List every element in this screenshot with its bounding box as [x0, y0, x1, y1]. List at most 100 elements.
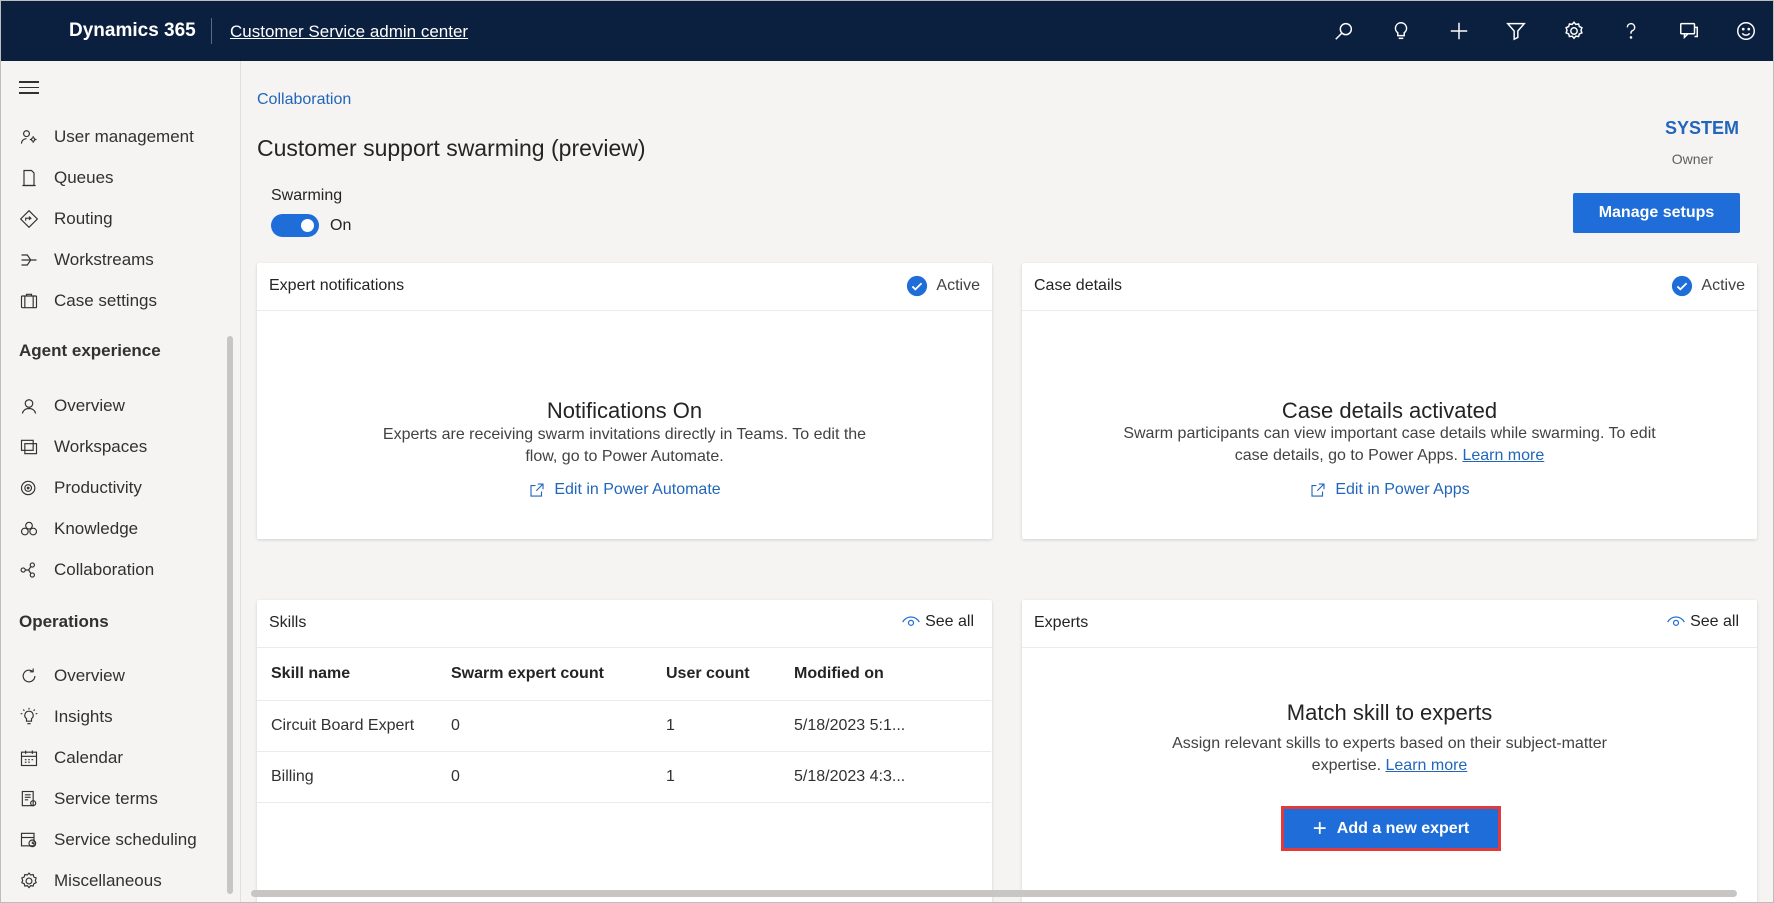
table-cell: 1 — [652, 700, 780, 752]
table-cell: 5/18/2023 5:1... — [780, 700, 991, 752]
see-all-skills-link[interactable]: See all — [901, 613, 974, 631]
sidebar-item-queues[interactable]: Queues — [1, 158, 226, 198]
sidebar-item-label: Knowledge — [54, 519, 139, 538]
sidebar-item-insights[interactable]: Insights — [1, 697, 226, 737]
see-all-text: See all — [925, 613, 974, 630]
sidebar-item-user-management[interactable]: User management — [1, 117, 226, 157]
sidebar-item-operations-overview[interactable]: Overview — [1, 656, 226, 696]
sidebar-item-label: Case settings — [54, 291, 157, 310]
card-heading: Case details activated — [1281, 398, 1498, 423]
sidebar-item-service-scheduling[interactable]: Service scheduling — [1, 820, 226, 860]
sidebar-item-label: Routing — [54, 209, 113, 228]
sidebar-item-label: Queues — [54, 168, 114, 187]
sidebar-item-label: Insights — [54, 707, 113, 726]
table-row[interactable]: Circuit Board Expert 0 1 5/18/2023 5:1..… — [257, 700, 991, 752]
table-cell: Circuit Board Expert — [257, 700, 437, 752]
workspaces-icon — [18, 436, 40, 458]
add-new-expert-button[interactable]: + Add a new expert — [1281, 806, 1501, 851]
eye-icon — [902, 616, 920, 626]
gear-icon[interactable] — [1545, 1, 1603, 61]
sidebar-item-collaboration[interactable]: Collaboration — [1, 550, 226, 590]
see-all-text: See all — [1690, 613, 1739, 630]
checkmark-circle-icon — [1672, 275, 1693, 297]
brand-name[interactable]: Dynamics 365 — [69, 20, 196, 42]
table-cell: Billing — [257, 751, 437, 803]
owner-role: Owner — [1671, 151, 1713, 167]
app-name-link[interactable]: Customer Service admin center — [230, 22, 468, 42]
edit-in-power-automate-link[interactable]: Edit in Power Automate — [257, 481, 992, 499]
insights-icon — [18, 706, 40, 728]
collaboration-icon — [18, 559, 40, 581]
sidebar-item-workspaces[interactable]: Workspaces — [1, 427, 226, 467]
app-window: Dynamics 365 Customer Service admin cent… — [0, 0, 1774, 903]
breadcrumb[interactable]: Collaboration — [257, 91, 351, 109]
sidebar-section-operations: Operations — [19, 612, 109, 631]
lightbulb-icon[interactable] — [1373, 1, 1431, 61]
page-title: Customer support swarming (preview) — [257, 135, 646, 161]
sidebar-item-miscellaneous[interactable]: Miscellaneous — [1, 861, 226, 901]
filter-icon[interactable] — [1488, 1, 1546, 61]
plus-icon[interactable] — [1430, 1, 1488, 61]
sidebar-item-agent-overview[interactable]: Overview — [1, 386, 226, 426]
sidebar-item-workstreams[interactable]: Workstreams — [1, 240, 226, 280]
sidebar-item-label: Calendar — [54, 748, 123, 767]
card-header: Case details Active — [1022, 263, 1757, 311]
case-details-card: Case details Active Case details activat… — [1022, 263, 1757, 539]
sidebar-item-label: Overview — [54, 396, 125, 415]
search-icon[interactable] — [1315, 1, 1373, 61]
sidebar-item-label: Miscellaneous — [54, 871, 162, 890]
see-all-experts-link[interactable]: See all — [1666, 613, 1739, 631]
column-header-user-count[interactable]: User count — [652, 648, 780, 701]
top-bar: Dynamics 365 Customer Service admin cent… — [1, 1, 1774, 61]
card-heading: Notifications On — [546, 398, 703, 423]
case-icon — [18, 290, 40, 312]
toggle-knob — [301, 219, 314, 232]
sidebar-item-label: Collaboration — [54, 560, 155, 579]
card-title: Expert notifications — [269, 277, 405, 294]
swarming-toggle[interactable] — [271, 214, 319, 237]
sidebar-item-service-terms[interactable]: Service terms — [1, 779, 226, 819]
sidebar-item-case-settings[interactable]: Case settings — [1, 281, 226, 321]
expert-notifications-card: Expert notifications Active Notification… — [257, 263, 992, 539]
sidebar-item-label: Service terms — [54, 789, 158, 808]
skills-table: Skill name Swarm expert count User count… — [257, 648, 991, 803]
column-header-swarm-expert-count[interactable]: Swarm expert count — [437, 648, 652, 701]
sidebar-item-knowledge[interactable]: Knowledge — [1, 509, 226, 549]
table-row[interactable]: Billing 0 1 5/18/2023 4:3... — [257, 751, 991, 803]
sidebar-item-routing[interactable]: Routing — [1, 199, 226, 239]
refresh-icon — [18, 665, 40, 687]
sidebar-scrollbar[interactable] — [227, 336, 233, 894]
sidebar-section-agent-experience: Agent experience — [19, 341, 161, 360]
sidebar-item-calendar[interactable]: Calendar — [1, 738, 226, 778]
table-cell: 0 — [437, 751, 652, 803]
learn-more-link[interactable]: Learn more — [1386, 757, 1468, 774]
external-link-icon — [1311, 483, 1325, 497]
horizontal-scrollbar[interactable] — [251, 890, 1737, 897]
link-text: Edit in Power Automate — [554, 481, 721, 498]
smiley-icon[interactable] — [1718, 1, 1774, 61]
status-badge: Active — [906, 275, 980, 297]
hamburger-menu-icon[interactable] — [19, 81, 39, 95]
skills-card: Skills See all Skill name Swarm expert c… — [257, 600, 992, 902]
table-cell: 1 — [652, 751, 780, 803]
user-management-icon — [18, 126, 40, 148]
column-header-modified-on[interactable]: Modified on — [780, 648, 991, 701]
edit-in-power-apps-link[interactable]: Edit in Power Apps — [1022, 481, 1757, 499]
workstream-icon — [18, 249, 40, 271]
card-header: Skills See all — [257, 600, 992, 648]
sidebar-item-label: Productivity — [54, 478, 142, 497]
overview-icon — [18, 395, 40, 417]
productivity-icon — [18, 477, 40, 499]
routing-icon — [18, 208, 40, 230]
sidebar-item-productivity[interactable]: Productivity — [1, 468, 226, 508]
chat-icon[interactable] — [1660, 1, 1718, 61]
help-icon[interactable] — [1603, 1, 1661, 61]
card-heading: Match skill to experts — [1286, 700, 1493, 725]
owner-name[interactable]: SYSTEM — [1665, 118, 1739, 139]
knowledge-icon — [18, 518, 40, 540]
eye-icon — [1667, 616, 1685, 626]
learn-more-link[interactable]: Learn more — [1462, 447, 1544, 464]
plus-icon: + — [1312, 814, 1327, 842]
column-header-skill-name[interactable]: Skill name — [257, 648, 437, 701]
manage-setups-button[interactable]: Manage setups — [1573, 193, 1740, 233]
